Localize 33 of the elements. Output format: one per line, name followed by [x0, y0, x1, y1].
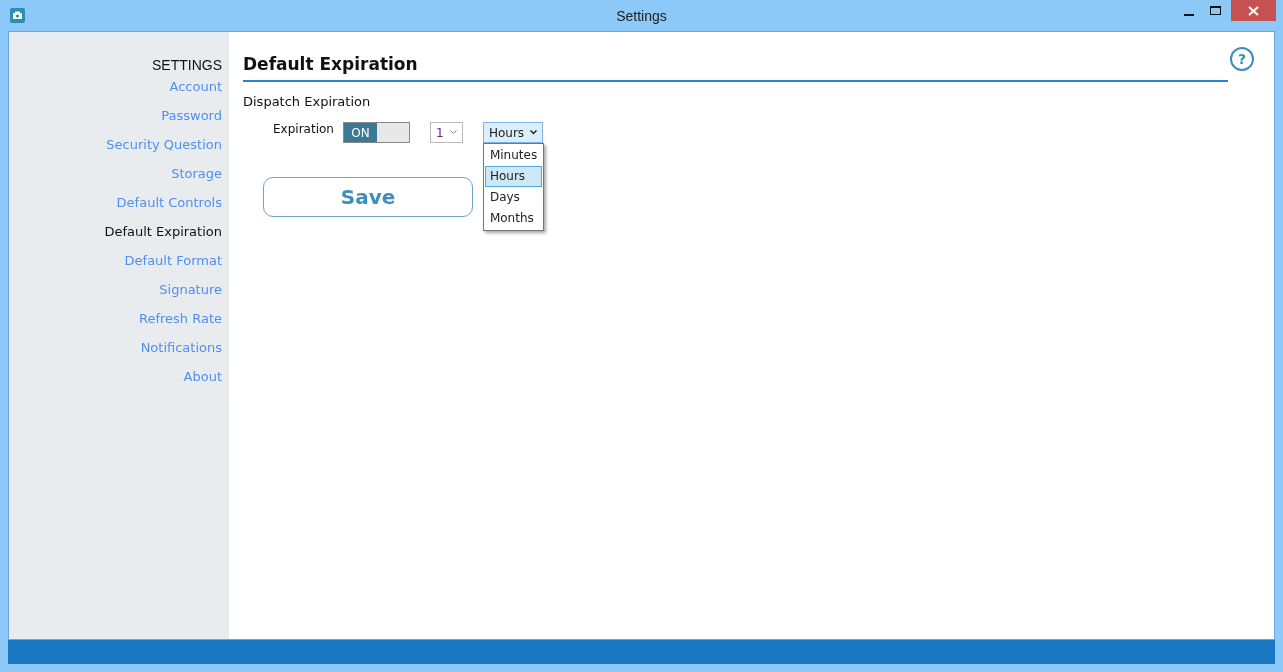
close-icon [1248, 5, 1259, 16]
toggle-label: ON [343, 123, 377, 142]
window-title: Settings [616, 7, 667, 24]
sidebar-heading: SETTINGS [152, 57, 222, 73]
sidebar-item[interactable]: Account [169, 79, 222, 108]
expiration-label: Expiration [273, 122, 334, 136]
unit-dropdown[interactable]: Hours [482, 122, 543, 143]
page-title: Default Expiration [243, 52, 1228, 82]
help-button[interactable]: ? [1230, 47, 1254, 71]
sidebar-item[interactable]: Notifications [140, 340, 222, 369]
dropdown-option[interactable]: Months [484, 208, 542, 229]
toggle-switch[interactable]: ON [342, 122, 410, 143]
dropdown-option[interactable]: Hours [484, 166, 542, 187]
sidebar-item[interactable]: Default Format [124, 253, 222, 282]
sidebar-item[interactable]: Default Controls [116, 195, 222, 224]
chevron-icon [449, 130, 457, 135]
camera-icon [10, 8, 25, 23]
sidebar-item[interactable]: Security Question [106, 137, 222, 166]
sidebar-item[interactable]: Refresh Rate [138, 311, 222, 340]
sidebar-item[interactable]: Password [161, 108, 222, 137]
chevron-icon [530, 130, 537, 135]
sidebar-item[interactable]: About [183, 369, 222, 398]
sidebar-item[interactable]: Default Expiration [104, 224, 222, 253]
minimize-icon [1184, 13, 1194, 16]
sidebar-item[interactable]: Signature [159, 282, 222, 311]
sidebar-item[interactable]: Storage [171, 166, 222, 195]
save-button[interactable]: Save [263, 177, 473, 217]
maximize-icon [1209, 5, 1221, 16]
close-button[interactable] [1231, 0, 1276, 21]
dropdown-option[interactable]: Minutes [484, 145, 542, 166]
dropdown-option[interactable]: Days [484, 187, 542, 208]
amount-dropdown[interactable]: 1 [429, 122, 463, 143]
section-heading: Dispatch Expiration [243, 94, 372, 109]
